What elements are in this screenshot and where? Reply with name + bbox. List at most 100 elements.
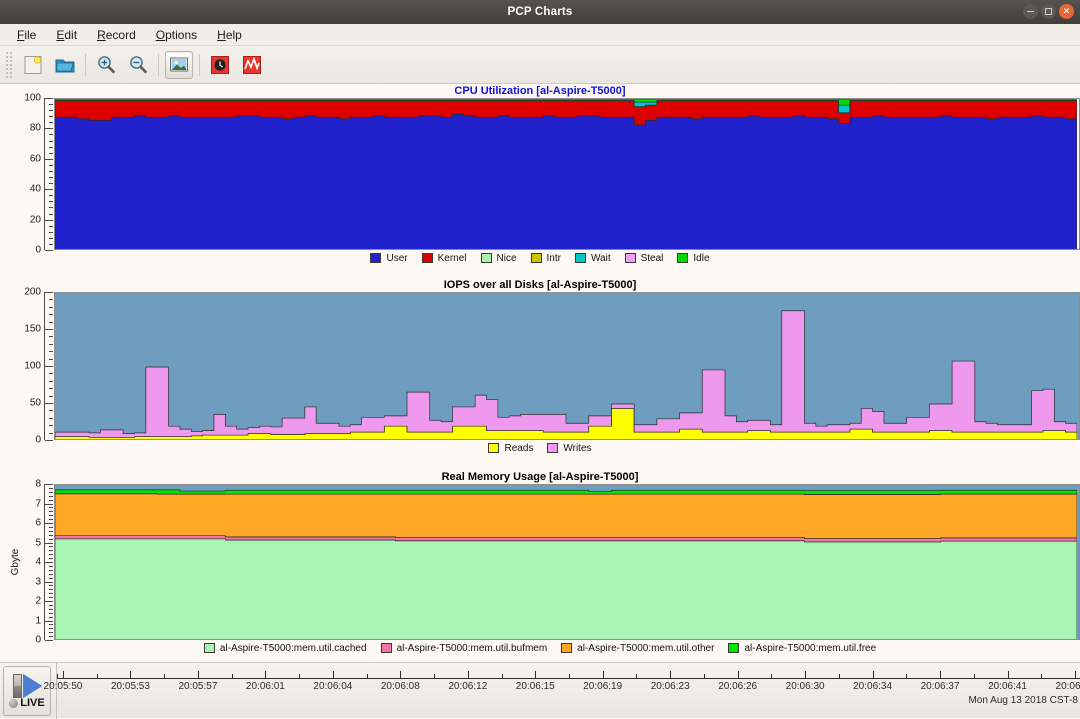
chart-cpu-utilization: CPU Utilization [al-Aspire-T5000] 0 20 40 6… xyxy=(0,84,1080,266)
time-axis-tick-label: 20:06:44 xyxy=(1055,681,1080,692)
legend-item[interactable]: al-Aspire-T5000:mem.util.free xyxy=(728,643,876,654)
legend-item[interactable]: Writes xyxy=(547,443,592,454)
time-axis-major-tick xyxy=(1075,671,1076,678)
legend-item[interactable]: Wait xyxy=(574,253,611,264)
toolbar-grip[interactable] xyxy=(4,51,13,78)
legend-swatch-icon xyxy=(677,253,689,263)
chart-plot-area[interactable]: Gbyte 012345678 xyxy=(0,479,1080,646)
legend-item[interactable]: User xyxy=(370,253,408,264)
legend-item[interactable]: al-Aspire-T5000:mem.util.cached xyxy=(203,642,367,654)
time-axis-major-tick xyxy=(940,671,942,678)
legend-swatch-icon xyxy=(380,643,392,653)
plot-canvas[interactable] xyxy=(54,484,1080,640)
y-axis-minor-tick xyxy=(49,624,53,626)
legend-label: al-Aspire-T5000:mem.util.bufmem xyxy=(396,642,548,654)
time-axis-minor-tick xyxy=(96,674,98,678)
y-axis-major-tick xyxy=(45,158,53,160)
y-axis-minor-tick xyxy=(49,538,53,540)
y-axis-tick-label: 1 xyxy=(35,615,41,626)
time-axis[interactable]: Mon Aug 13 2018 CST-8 20:05:50 20:05:53 20… xyxy=(44,663,1080,719)
time-axis-minor-tick xyxy=(771,674,773,678)
time-axis-tick-label: 20:05:53 xyxy=(110,681,150,692)
window-titlebar: PCP Charts ✕ xyxy=(0,0,1080,24)
y-axis-minor-tick xyxy=(49,565,53,567)
y-axis-minor-tick xyxy=(49,558,53,560)
y-axis-minor-tick xyxy=(49,122,53,124)
y-axis: 0 1 2 3 4 5 6 7 8 xyxy=(0,479,54,646)
zoom-in-button[interactable] xyxy=(92,51,120,79)
close-icon[interactable]: ✕ xyxy=(1059,4,1074,19)
date-label: Mon Aug 13 2018 CST-8 xyxy=(968,695,1078,706)
menu-file[interactable]: File xyxy=(8,26,45,44)
time-axis-minor-tick xyxy=(838,674,840,678)
y-axis-major-tick xyxy=(45,219,53,221)
maximize-icon[interactable] xyxy=(1041,4,1056,19)
time-axis-tick-label: 20:06:12 xyxy=(448,681,488,692)
snapshot-button[interactable] xyxy=(165,50,193,79)
legend-item[interactable]: Kernel xyxy=(421,253,467,264)
time-axis-major-tick xyxy=(805,671,807,678)
y-axis-minor-tick xyxy=(49,306,53,308)
y-axis-minor-tick xyxy=(49,499,53,501)
legend-item[interactable]: al-Aspire-T5000:mem.util.other xyxy=(561,643,714,654)
time-axis-major-tick xyxy=(130,671,132,678)
new-chart-button[interactable] xyxy=(19,51,47,79)
time-axis-tick-label: 20:06:30 xyxy=(785,681,825,692)
minimize-icon[interactable] xyxy=(1023,4,1038,19)
series-area xyxy=(55,489,1077,495)
y-axis-major-tick xyxy=(45,292,53,293)
plot-canvas[interactable] xyxy=(54,292,1080,440)
time-axis-minor-tick xyxy=(434,674,436,678)
y-axis-minor-tick xyxy=(49,243,53,245)
legend-label: al-Aspire-T5000:mem.util.cached xyxy=(219,642,367,654)
legend-label: Reads xyxy=(504,442,534,454)
legend-swatch-icon xyxy=(488,443,500,453)
legend-label: Steal xyxy=(640,252,664,264)
toolbar-separator xyxy=(199,53,200,76)
y-axis-minor-tick xyxy=(49,632,53,634)
legend-label: Intr xyxy=(546,252,561,264)
record-button[interactable] xyxy=(206,51,234,79)
legend-item[interactable]: Idle xyxy=(677,253,710,264)
plot-svg xyxy=(55,310,1077,439)
legend-item[interactable]: al-Aspire-T5000:mem.util.bufmem xyxy=(380,642,548,654)
y-axis-minor-tick xyxy=(49,343,53,345)
live-label: LIVE xyxy=(20,697,45,709)
menu-edit[interactable]: Edit xyxy=(47,26,86,44)
time-axis-tick-label: 20:05:50 xyxy=(43,681,83,692)
menu-record[interactable]: Record xyxy=(88,26,145,44)
y-axis-major-tick xyxy=(45,250,53,251)
y-axis-tick-label: 4 xyxy=(35,556,41,568)
time-axis-major-tick xyxy=(332,671,334,678)
stop-bar-icon xyxy=(12,674,22,698)
clock-icon xyxy=(211,55,229,74)
legend-item[interactable]: Steal xyxy=(624,252,664,264)
time-axis-minor-tick xyxy=(973,674,975,678)
legend-swatch-icon xyxy=(547,443,559,453)
y-axis-minor-tick xyxy=(49,491,53,493)
charts-area: CPU Utilization [al-Aspire-T5000] 0 20 40 6… xyxy=(0,84,1080,662)
time-axis-tick-label: 20:06:15 xyxy=(515,681,555,692)
menu-help[interactable]: Help xyxy=(208,26,251,44)
y-axis-tick-label: 0 xyxy=(35,634,41,646)
y-axis-major-tick xyxy=(45,601,53,602)
y-axis-minor-tick xyxy=(49,612,53,614)
zoom-out-button[interactable] xyxy=(124,51,152,79)
legend-item[interactable]: Intr xyxy=(530,252,561,264)
y-axis-major-tick xyxy=(45,329,53,330)
y-axis-minor-tick xyxy=(49,237,53,239)
legend-item[interactable]: Reads xyxy=(488,443,533,454)
time-axis-tick-label: 20:06:23 xyxy=(650,681,690,692)
y-axis-minor-tick xyxy=(49,550,53,552)
open-view-button[interactable] xyxy=(51,51,79,79)
y-axis-minor-tick xyxy=(49,554,53,556)
plot-canvas[interactable] xyxy=(54,98,1080,250)
y-axis-minor-tick xyxy=(49,526,53,528)
menu-options[interactable]: Options xyxy=(147,26,206,44)
chart-plot-area[interactable]: 0 50 100 150 200 xyxy=(0,287,1080,446)
menu-help-label: elp xyxy=(225,27,242,42)
legend-item[interactable]: Nice xyxy=(480,253,517,264)
chart-plot-area[interactable]: 0 20 40 60 80 100 xyxy=(0,93,1080,256)
new-plot-button[interactable] xyxy=(238,51,266,79)
time-axis-major-tick xyxy=(737,671,739,678)
